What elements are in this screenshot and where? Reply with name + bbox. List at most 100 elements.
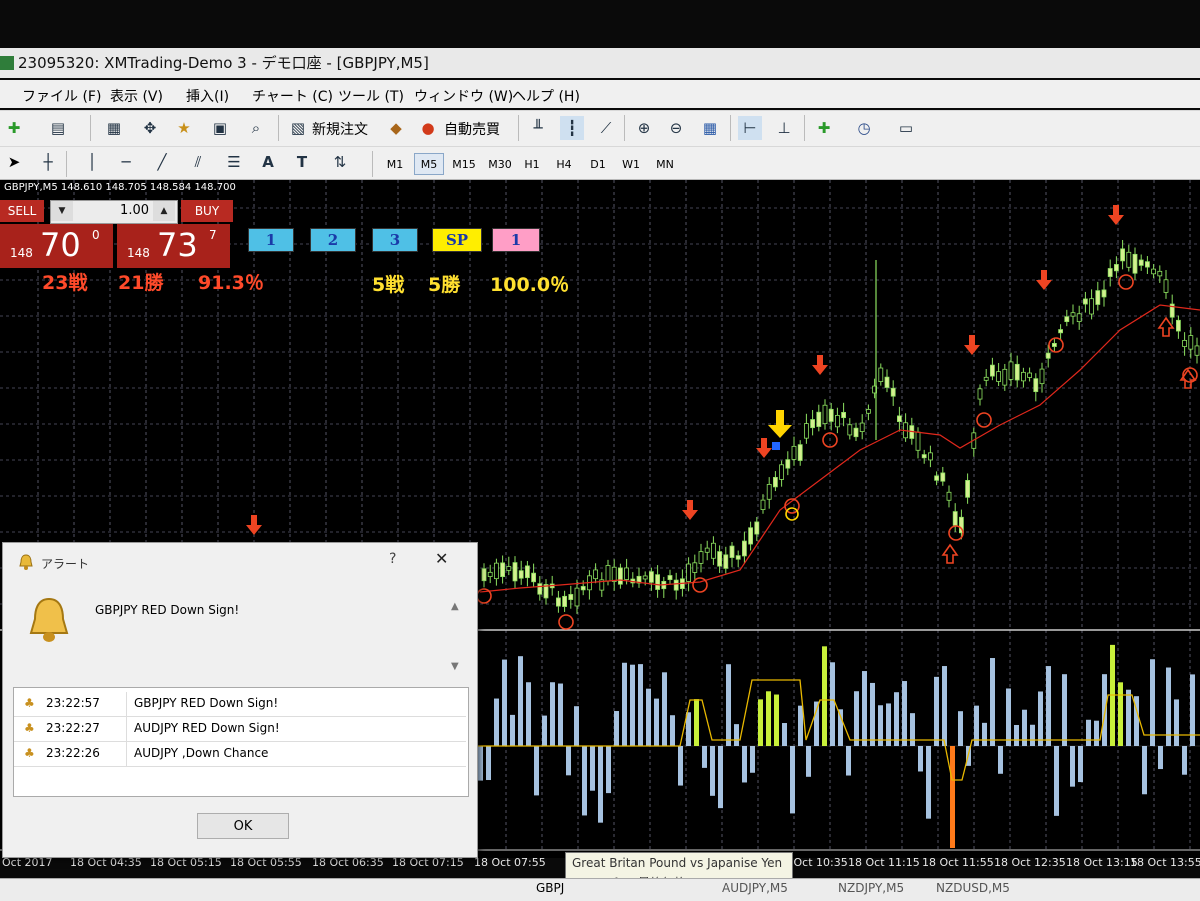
lot-size-field[interactable]: ▼ 1.00 ▲ bbox=[50, 200, 178, 224]
lot-increase-icon[interactable]: ▲ bbox=[153, 201, 175, 221]
equidistant-channel-icon[interactable]: ⫽ bbox=[186, 150, 210, 174]
metaeditor-icon[interactable]: ◆ bbox=[384, 116, 408, 140]
histogram-bar bbox=[574, 706, 579, 746]
rule-button-1[interactable]: 1 bbox=[248, 228, 294, 252]
lot-size-value[interactable]: 1.00 bbox=[77, 203, 149, 218]
time-axis-label: 18 Oct 11:15 bbox=[848, 856, 920, 869]
fibonacci-icon[interactable]: ☰ bbox=[222, 150, 246, 174]
chart-shift-icon[interactable]: ⊥ bbox=[772, 116, 796, 140]
menu-chart[interactable]: チャート (C) bbox=[252, 86, 333, 106]
rule-button-pink-1[interactable]: 1 bbox=[492, 228, 540, 252]
down-arrow-icon bbox=[812, 355, 828, 375]
crosshair-icon[interactable]: ┼ bbox=[36, 150, 60, 174]
auto-scroll-icon[interactable]: ⊢ bbox=[738, 116, 762, 140]
candle-body bbox=[667, 575, 673, 581]
help-icon[interactable]: ? bbox=[389, 551, 396, 567]
toolbar-separator bbox=[66, 151, 67, 177]
menu-file[interactable]: ファイル (F) bbox=[22, 86, 101, 106]
tile-windows-icon[interactable]: ▦ bbox=[698, 116, 722, 140]
candle-body bbox=[742, 540, 747, 557]
timeframe-m1[interactable]: M1 bbox=[380, 153, 410, 175]
new-order-icon[interactable]: ▧ bbox=[286, 116, 310, 140]
alert-log-row[interactable]: ♣ 23:22:26 AUDJPY ,Down Chance bbox=[14, 742, 466, 767]
candle-body bbox=[580, 586, 586, 591]
periods-clock-icon[interactable]: ◷ bbox=[852, 116, 876, 140]
candle-body bbox=[921, 454, 927, 459]
histogram-bar bbox=[694, 699, 699, 746]
histogram-bar bbox=[542, 715, 547, 746]
rule-button-2[interactable]: 2 bbox=[310, 228, 356, 252]
alert-log-row[interactable]: ♣ 23:22:27 AUDJPY RED Down Sign! bbox=[14, 717, 466, 742]
cursor-icon[interactable]: ➤ bbox=[2, 150, 26, 174]
rule-button-3[interactable]: 3 bbox=[372, 228, 418, 252]
bar-chart-icon[interactable]: ╨ bbox=[526, 116, 550, 140]
menu-insert[interactable]: 挿入(I) bbox=[186, 86, 229, 106]
timeframe-m15[interactable]: M15 bbox=[448, 153, 480, 175]
timeframe-w1[interactable]: W1 bbox=[616, 153, 646, 175]
ok-button[interactable]: OK bbox=[197, 813, 289, 839]
auto-trading-button[interactable]: 自動売買 bbox=[444, 119, 500, 139]
candle-body bbox=[1126, 251, 1132, 268]
tab-audjpy[interactable]: AUDJPY,M5 bbox=[722, 881, 788, 895]
alert-log-time: 23:22:27 bbox=[46, 721, 100, 735]
menu-window[interactable]: ウィンドウ (W) bbox=[414, 86, 513, 106]
data-window-icon[interactable]: ✥ bbox=[138, 116, 162, 140]
alert-log-row[interactable]: ♣ 23:22:57 GBPJPY RED Down Sign! bbox=[14, 692, 466, 717]
menu-help[interactable]: ヘルプ (H) bbox=[512, 86, 580, 106]
templates-icon[interactable]: ▭ bbox=[894, 116, 918, 140]
tooltip-line-1: Great Britan Pound vs Japanise Yen bbox=[572, 856, 783, 870]
histogram-bar bbox=[934, 676, 939, 746]
sell-button[interactable]: SELL bbox=[0, 200, 44, 222]
menu-tools[interactable]: ツール (T) bbox=[338, 86, 404, 106]
terminal-icon[interactable]: ▣ bbox=[208, 116, 232, 140]
timeframe-mn[interactable]: MN bbox=[650, 153, 680, 175]
text-label-icon[interactable]: T bbox=[290, 150, 314, 174]
trendline-icon[interactable]: ╱ bbox=[150, 150, 174, 174]
alert-log-list[interactable]: ♣ 23:22:57 GBPJPY RED Down Sign! ♣ 23:22… bbox=[13, 687, 469, 797]
navigator-icon[interactable]: ★ bbox=[172, 116, 196, 140]
timeframe-h4[interactable]: H4 bbox=[550, 153, 578, 175]
candle-body bbox=[828, 408, 834, 422]
candle-body bbox=[897, 415, 902, 422]
scroll-up-icon[interactable]: ▲ bbox=[451, 601, 459, 612]
text-icon[interactable]: A bbox=[256, 150, 280, 174]
tab-nzdusd[interactable]: NZDUSD,M5 bbox=[936, 881, 1010, 895]
timeframe-m5[interactable]: M5 bbox=[414, 153, 444, 175]
line-chart-icon[interactable]: ⟋ bbox=[594, 116, 618, 140]
sell-price-box[interactable]: 148 70 0 bbox=[0, 224, 113, 268]
tab-nzdjpy[interactable]: NZDJPY,M5 bbox=[838, 881, 904, 895]
zoom-out-icon[interactable]: ⊖ bbox=[664, 116, 688, 140]
strategy-tester-icon[interactable]: ⌕ bbox=[244, 116, 268, 140]
arrows-icon[interactable]: ⇅ bbox=[328, 150, 352, 174]
menu-view[interactable]: 表示 (V) bbox=[110, 86, 163, 106]
auto-trading-icon[interactable]: ● bbox=[416, 116, 440, 140]
new-chart-icon[interactable]: ✚ bbox=[2, 116, 26, 140]
indicators-icon[interactable]: ✚ bbox=[812, 116, 836, 140]
histogram-bar bbox=[910, 713, 915, 746]
buy-price-prefix: 148 bbox=[127, 246, 150, 260]
new-order-button[interactable]: 新規注文 bbox=[312, 119, 368, 139]
horizontal-line-icon[interactable]: ─ bbox=[114, 150, 138, 174]
chart-tabs: GBPJ AUDJPY,M5 NZDJPY,M5 NZDUSD,M5 bbox=[0, 878, 1200, 901]
signal-circle bbox=[976, 412, 992, 428]
zoom-in-icon[interactable]: ⊕ bbox=[632, 116, 656, 140]
market-watch-icon[interactable]: ▦ bbox=[102, 116, 126, 140]
toolbar-separator bbox=[804, 115, 805, 141]
timeframe-m30[interactable]: M30 bbox=[484, 153, 516, 175]
left-wins: 21勝 bbox=[118, 272, 164, 294]
scroll-down-icon[interactable]: ▼ bbox=[451, 661, 459, 672]
close-icon[interactable]: ✕ bbox=[435, 549, 448, 568]
buy-button[interactable]: BUY bbox=[181, 200, 233, 222]
buy-price-box[interactable]: 148 73 7 bbox=[117, 224, 230, 268]
timeframe-h1[interactable]: H1 bbox=[518, 153, 546, 175]
candle-body bbox=[779, 464, 784, 480]
profiles-icon[interactable]: ▤ bbox=[46, 116, 70, 140]
rule-button-sp[interactable]: SP bbox=[432, 228, 482, 252]
timeframe-d1[interactable]: D1 bbox=[584, 153, 612, 175]
vertical-line-icon[interactable]: │ bbox=[80, 150, 104, 174]
candle-body bbox=[562, 595, 567, 607]
tab-gbpjpy[interactable]: GBPJ bbox=[536, 881, 564, 895]
histogram-bar bbox=[1126, 689, 1131, 746]
lot-decrease-icon[interactable]: ▼ bbox=[51, 201, 73, 221]
candlestick-icon[interactable]: ┇ bbox=[560, 116, 584, 140]
